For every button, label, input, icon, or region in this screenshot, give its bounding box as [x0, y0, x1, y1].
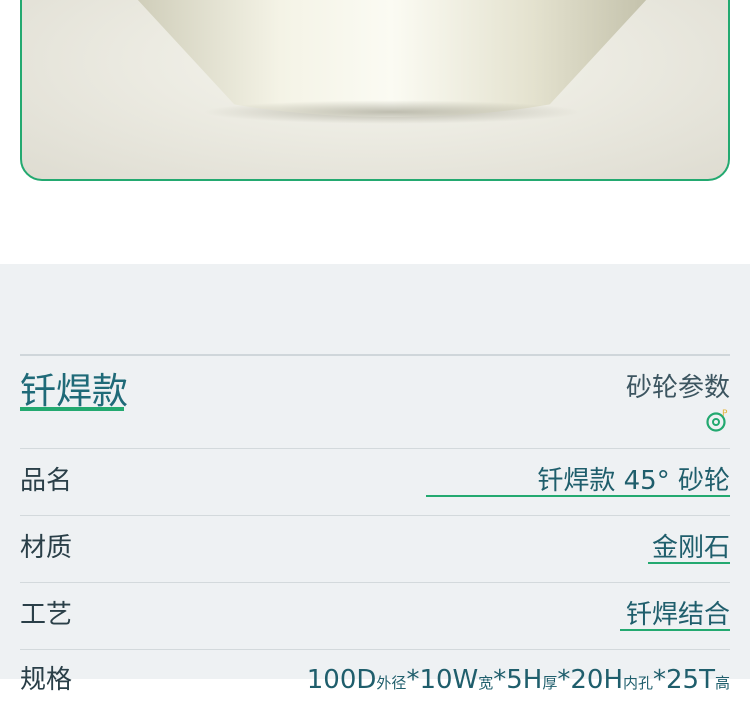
value-underline — [426, 495, 730, 497]
spec-size-part: 厚 — [542, 674, 558, 692]
spec-row-size: 规格 100D外径*10W宽*5H厚*20H内孔*25T高 — [20, 649, 730, 716]
product-photo-shadow — [202, 100, 582, 124]
grinding-wheel-icon: P — [706, 409, 728, 432]
spec-value: 钎焊款 45° 砂轮 — [537, 466, 730, 496]
spec-size-part: *10W — [406, 665, 479, 695]
svg-text:P: P — [722, 409, 728, 419]
spec-size-part: 高 — [714, 674, 730, 692]
spec-size-part: 外径 — [376, 674, 407, 692]
spec-row-material: 材质 金刚石 — [20, 515, 730, 582]
spec-size-part: 内孔 — [623, 674, 654, 692]
value-underline — [620, 629, 730, 631]
spec-value: 钎焊结合 — [625, 600, 730, 630]
spec-label: 材质 — [20, 533, 73, 563]
spec-size-part: *20H — [557, 665, 623, 695]
spec-size-part: 100D — [306, 665, 377, 695]
spec-row-name: 品名 钎焊款 45° 砂轮 — [20, 448, 730, 515]
spec-label: 工艺 — [20, 600, 73, 630]
title-underline — [20, 407, 124, 411]
params-label: 砂轮参数 — [625, 373, 730, 403]
spec-size-part: 宽 — [478, 674, 494, 692]
spec-label: 品名 — [20, 466, 73, 496]
spec-label: 规格 — [20, 665, 73, 695]
product-image-frame — [20, 0, 730, 181]
spec-size-part: *5H — [493, 665, 543, 695]
value-underline — [648, 562, 730, 564]
panel-top-divider — [20, 354, 730, 356]
spec-size-part: *25T — [653, 665, 715, 695]
spec-row-process: 工艺 钎焊结合 — [20, 582, 730, 649]
spec-value: 100D外径*10W宽*5H厚*20H内孔*25T高 — [307, 662, 730, 701]
spec-value: 金刚石 — [651, 533, 730, 563]
